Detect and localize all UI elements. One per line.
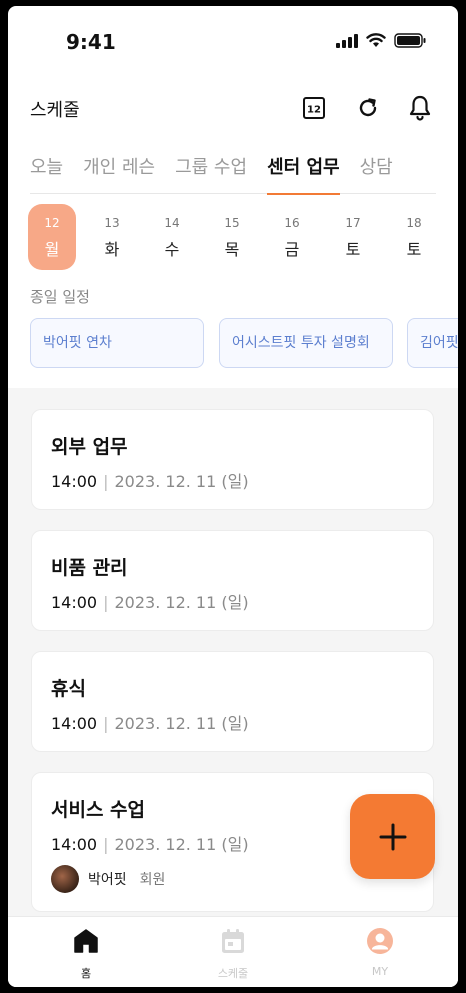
refresh-icon	[359, 98, 377, 117]
member-name: 박어핏	[88, 872, 127, 888]
status-time: 9:41	[66, 30, 116, 54]
notifications-button[interactable]	[406, 94, 434, 122]
app-screen: 9:41 스케줄 12 오늘 개인 레슨 그룹 수업 센터 업무 상담 12 월…	[8, 6, 458, 987]
app-header: 스케줄 12	[8, 78, 458, 138]
task-meta: 14:00 | 2023. 12. 11 (일)	[51, 468, 249, 492]
signal-icon	[336, 33, 358, 48]
day-item[interactable]: 15 목	[208, 204, 256, 270]
tab-group-class[interactable]: 그룹 수업	[175, 156, 247, 194]
tab-personal-lesson[interactable]: 개인 레슨	[83, 156, 155, 194]
task-card[interactable]: 외부 업무 14:00 | 2023. 12. 11 (일)	[31, 409, 434, 510]
task-title: 비품 관리	[51, 557, 128, 579]
nav-schedule[interactable]: 스케줄	[183, 917, 283, 987]
day-item-selected[interactable]: 12 월	[28, 204, 76, 270]
home-icon	[74, 929, 98, 953]
day-weekday: 토	[406, 240, 422, 259]
category-tabs: 오늘 개인 레슨 그룹 수업 센터 업무 상담	[30, 156, 436, 195]
day-number: 13	[104, 216, 120, 230]
nav-my[interactable]: MY	[330, 917, 430, 987]
battery-icon	[394, 33, 426, 48]
all-day-event-chip[interactable]: 어시스트핏 투자 설명회	[219, 318, 393, 368]
task-time: 14:00	[51, 472, 98, 491]
task-member: 박어핏 회원	[51, 865, 165, 893]
status-icons	[336, 33, 426, 48]
day-item[interactable]: 13 화	[88, 204, 136, 270]
task-time: 14:00	[51, 835, 98, 854]
day-item[interactable]: 17 토	[329, 204, 377, 270]
task-title: 외부 업무	[51, 436, 128, 458]
task-time: 14:00	[51, 593, 98, 612]
bell-icon	[409, 95, 431, 121]
all-day-events: 박어핏 연차 어시스트핏 투자 설명회 김어핏	[30, 318, 458, 370]
page-title: 스케줄	[30, 100, 80, 121]
task-title: 휴식	[51, 678, 86, 700]
day-number: 18	[406, 216, 422, 230]
member-role: 회원	[139, 872, 166, 888]
day-number: 17	[345, 216, 361, 230]
meta-separator: |	[103, 835, 109, 854]
calendar-today-button[interactable]: 12	[300, 94, 328, 122]
day-item[interactable]: 18 토	[390, 204, 438, 270]
task-date: 2023. 12. 11 (일)	[114, 472, 249, 491]
day-weekday: 금	[284, 240, 300, 259]
tab-today[interactable]: 오늘	[30, 156, 63, 194]
day-weekday: 화	[104, 240, 120, 259]
task-time: 14:00	[51, 714, 98, 733]
task-meta: 14:00 | 2023. 12. 11 (일)	[51, 831, 249, 855]
day-weekday: 월	[44, 240, 60, 259]
day-item[interactable]: 14 수	[148, 204, 196, 270]
day-number: 12	[44, 216, 60, 230]
nav-label: 스케줄	[217, 967, 249, 980]
wifi-icon	[366, 33, 386, 47]
tab-consultation[interactable]: 상담	[360, 156, 393, 194]
calendar-icon	[222, 929, 244, 953]
status-bar: 9:41	[8, 6, 458, 78]
all-day-event-chip[interactable]: 김어핏	[407, 318, 458, 368]
calendar-badge-number: 12	[307, 105, 321, 116]
day-weekday: 수	[164, 240, 180, 259]
meta-separator: |	[103, 472, 109, 491]
task-meta: 14:00 | 2023. 12. 11 (일)	[51, 710, 249, 734]
nav-label: MY	[371, 965, 389, 978]
day-weekday: 목	[224, 240, 240, 259]
day-item[interactable]: 16 금	[268, 204, 316, 270]
all-day-event-chip[interactable]: 박어핏 연차	[30, 318, 204, 368]
all-day-label: 종일 일정	[30, 288, 90, 306]
nav-label: 홈	[80, 967, 92, 980]
refresh-button[interactable]	[354, 94, 382, 122]
day-number: 15	[224, 216, 240, 230]
task-date: 2023. 12. 11 (일)	[114, 835, 249, 854]
task-title: 서비스 수업	[51, 799, 146, 821]
plus-icon	[379, 823, 406, 850]
week-day-strip: 12 월 13 화 14 수 15 목 16 금 17 토 18 토	[28, 204, 458, 270]
day-weekday: 토	[345, 240, 361, 259]
profile-icon	[367, 928, 393, 954]
bottom-navigation: 홈 스케줄 MY	[8, 916, 458, 987]
task-card[interactable]: 휴식 14:00 | 2023. 12. 11 (일)	[31, 651, 434, 752]
meta-separator: |	[103, 714, 109, 733]
meta-separator: |	[103, 593, 109, 612]
day-number: 16	[284, 216, 300, 230]
calendar-icon: 12	[303, 97, 325, 119]
task-card[interactable]: 비품 관리 14:00 | 2023. 12. 11 (일)	[31, 530, 434, 631]
task-date: 2023. 12. 11 (일)	[114, 593, 249, 612]
tab-center-work[interactable]: 센터 업무	[267, 156, 340, 195]
task-date: 2023. 12. 11 (일)	[114, 714, 249, 733]
nav-home[interactable]: 홈	[36, 917, 136, 987]
avatar	[51, 865, 79, 893]
day-number: 14	[164, 216, 180, 230]
add-schedule-button[interactable]	[350, 794, 435, 879]
task-meta: 14:00 | 2023. 12. 11 (일)	[51, 589, 249, 613]
